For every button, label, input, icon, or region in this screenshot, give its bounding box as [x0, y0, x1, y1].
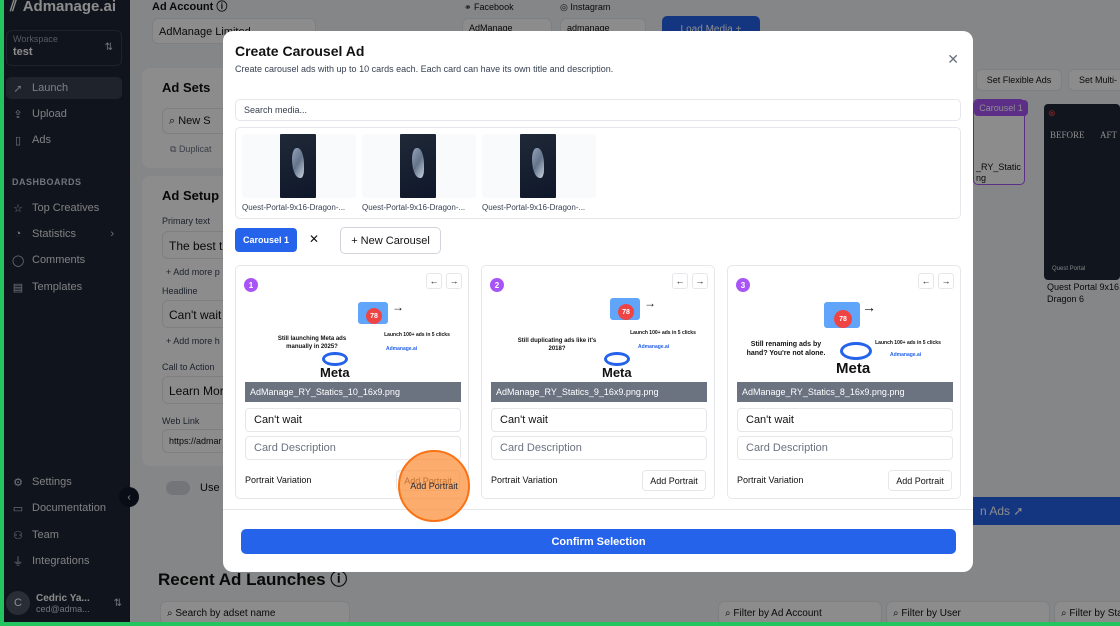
- card-description-input[interactable]: Card Description: [737, 436, 953, 460]
- card-number-badge: 2: [490, 278, 504, 292]
- arrow-left-icon[interactable]: ←: [918, 273, 934, 289]
- media-name: Quest-Portal-9x16-Dragon-...: [482, 203, 586, 212]
- card-image-brand: Admanage.ai: [386, 346, 418, 352]
- arrow-right-icon[interactable]: →: [446, 273, 462, 289]
- frame-bottom: [0, 622, 1120, 626]
- portrait-variation-label: Portrait Variation: [491, 475, 558, 485]
- carousel-card: 2 ← → 78 → Still duplicating ads like it…: [481, 265, 715, 499]
- card-file-name: AdManage_RY_Statics_10_16x9.png: [245, 382, 461, 402]
- card-number-badge: 3: [736, 278, 750, 292]
- card-image-headline: Still launching Meta ads manually in 202…: [277, 336, 347, 350]
- meta-logo-icon: [322, 352, 348, 366]
- card-image: 78 → Still launching Meta ads manually i…: [246, 296, 462, 382]
- create-carousel-modal: Create Carousel Ad Create carousel ads w…: [223, 31, 973, 572]
- search-media-input[interactable]: Search media...: [235, 99, 961, 121]
- remove-carousel-button[interactable]: ✕: [309, 232, 319, 246]
- media-name: Quest-Portal-9x16-Dragon-...: [362, 203, 466, 212]
- media-thumbnail[interactable]: [482, 134, 596, 198]
- click-highlight: Add Portrait: [398, 450, 470, 522]
- arrow-left-icon[interactable]: ←: [672, 273, 688, 289]
- card-image-headline: Still duplicating ads like it's 2018?: [517, 338, 597, 352]
- frame-left: [0, 0, 4, 626]
- card-title-input[interactable]: Can't wait: [245, 408, 461, 432]
- count-badge: 78: [366, 308, 382, 324]
- carousel-tab[interactable]: Carousel 1: [235, 228, 297, 252]
- portrait-variation-label: Portrait Variation: [245, 475, 312, 485]
- card-title-input[interactable]: Can't wait: [737, 408, 953, 432]
- media-grid: Quest-Portal-9x16-Dragon-... Quest-Porta…: [235, 127, 961, 219]
- card-image: 78 → Still renaming ads by hand? You're …: [738, 296, 954, 382]
- count-badge: 78: [618, 304, 634, 320]
- add-portrait-button[interactable]: Add Portrait: [888, 470, 952, 491]
- count-badge: 78: [834, 310, 852, 328]
- arrow-left-icon[interactable]: ←: [426, 273, 442, 289]
- media-thumbnail[interactable]: [242, 134, 356, 198]
- card-image-brand: Admanage.ai: [890, 352, 922, 358]
- modal-subtitle: Create carousel ads with up to 10 cards …: [235, 64, 614, 74]
- card-title-input[interactable]: Can't wait: [491, 408, 707, 432]
- media-image: [400, 134, 436, 198]
- card-file-name: AdManage_RY_Statics_9_16x9.png.png: [491, 382, 707, 402]
- card-description-input[interactable]: Card Description: [491, 436, 707, 460]
- close-icon[interactable]: ✕: [947, 51, 959, 68]
- arrow-right-icon: →: [644, 296, 656, 310]
- media-name: Quest-Portal-9x16-Dragon-...: [242, 203, 346, 212]
- meta-wordmark: Meta: [836, 360, 871, 377]
- media-thumbnail[interactable]: [362, 134, 476, 198]
- arrow-right-icon: →: [392, 300, 404, 314]
- meta-logo-icon: [840, 342, 872, 360]
- add-portrait-button[interactable]: Add Portrait: [642, 470, 706, 491]
- arrow-right-icon[interactable]: →: [692, 273, 708, 289]
- confirm-selection-button[interactable]: Confirm Selection: [241, 529, 956, 554]
- card-image-sub: Launch 100+ ads in 5 clicks: [875, 340, 941, 346]
- arrow-right-icon[interactable]: →: [938, 273, 954, 289]
- media-image: [520, 134, 556, 198]
- portrait-variation-label: Portrait Variation: [737, 475, 804, 485]
- card-image-brand: Admanage.ai: [638, 344, 670, 350]
- meta-wordmark: Meta: [602, 365, 632, 380]
- new-carousel-button[interactable]: + New Carousel: [340, 227, 441, 254]
- card-image-sub: Launch 100+ ads in 5 clicks: [384, 332, 450, 338]
- media-image: [280, 134, 316, 198]
- divider: [223, 509, 973, 510]
- card-image-headline: Still renaming ads by hand? You're not a…: [746, 341, 826, 358]
- card-file-name: AdManage_RY_Statics_8_16x9.png.png: [737, 382, 953, 402]
- card-image-sub: Launch 100+ ads in 5 clicks: [630, 330, 696, 336]
- carousel-card: 3 ← → 78 → Still renaming ads by hand? Y…: [727, 265, 961, 499]
- meta-wordmark: Meta: [320, 365, 350, 380]
- arrow-right-icon: →: [862, 299, 876, 315]
- meta-logo-icon: [604, 352, 630, 366]
- card-image: 78 → Still duplicating ads like it's 201…: [492, 296, 708, 382]
- card-number-badge: 1: [244, 278, 258, 292]
- modal-title: Create Carousel Ad: [235, 43, 365, 59]
